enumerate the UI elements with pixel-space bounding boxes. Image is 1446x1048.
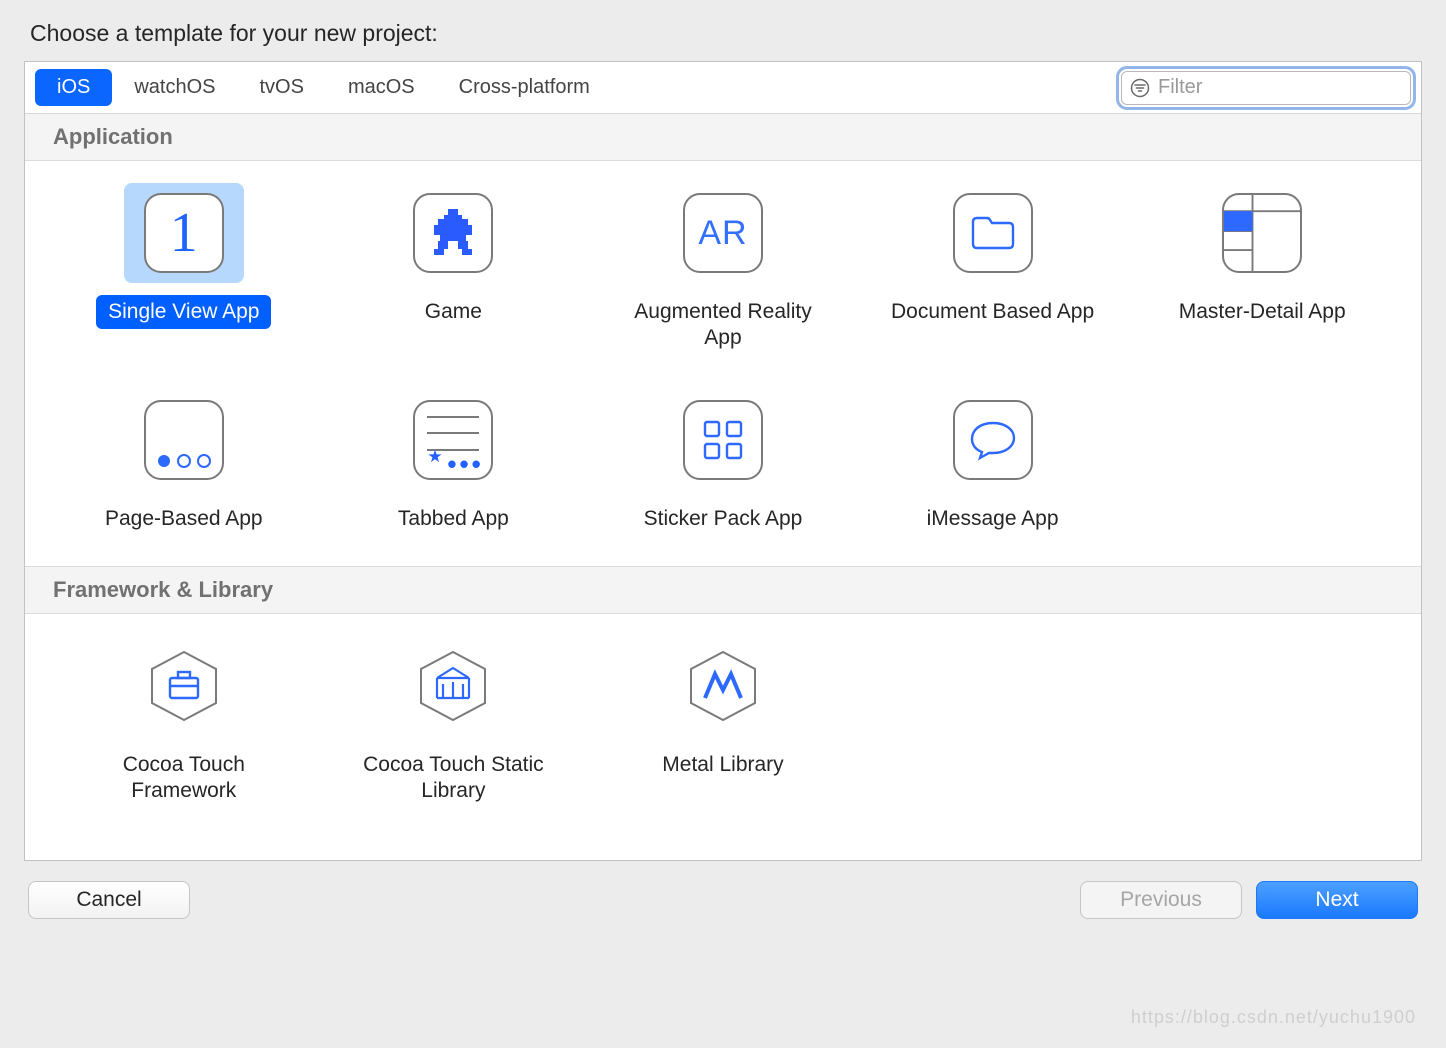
template-label: Page-Based App	[93, 502, 275, 536]
document-icon	[953, 193, 1033, 273]
template-metal-library[interactable]: Metal Library	[588, 632, 858, 809]
template-label: Augmented Reality App	[608, 295, 838, 356]
template-imessage-app[interactable]: iMessage App	[858, 386, 1128, 536]
template-tabbed-app[interactable]: ★ ••• Tabbed App	[319, 386, 589, 536]
filter-icon	[1130, 78, 1150, 98]
cancel-button[interactable]: Cancel	[28, 881, 190, 919]
template-label: Game	[413, 295, 494, 329]
template-label: Master-Detail App	[1167, 295, 1358, 329]
section-header-application: Application	[25, 114, 1421, 161]
template-panel: iOS watchOS tvOS macOS Cross-platform Ap…	[24, 61, 1422, 861]
section-body-framework: Cocoa Touch Framework Cocoa Touch Static…	[25, 614, 1421, 839]
template-game[interactable]: Game	[319, 179, 589, 356]
template-cocoa-touch-framework[interactable]: Cocoa Touch Framework	[49, 632, 319, 809]
page-based-icon	[144, 400, 224, 480]
dialog-title: Choose a template for your new project:	[24, 0, 1422, 61]
dialog-footer: Cancel Previous Next	[24, 861, 1422, 919]
ar-icon: AR	[683, 193, 763, 273]
template-label: Single View App	[96, 295, 271, 329]
template-label: Cocoa Touch Framework	[69, 748, 299, 809]
template-label: Tabbed App	[386, 502, 521, 536]
filter-field[interactable]	[1121, 71, 1411, 105]
tab-ios[interactable]: iOS	[35, 69, 112, 106]
single-view-icon: 1	[144, 193, 224, 273]
template-label: Metal Library	[650, 748, 795, 782]
section-header-framework: Framework & Library	[25, 566, 1421, 614]
metal-icon	[683, 646, 763, 726]
template-ar-app[interactable]: AR Augmented Reality App	[588, 179, 858, 356]
section-body-application: 1 Single View App	[25, 161, 1421, 566]
template-label: Document Based App	[879, 295, 1106, 329]
game-icon	[413, 193, 493, 273]
next-button[interactable]: Next	[1256, 881, 1418, 919]
framework-icon	[144, 646, 224, 726]
platform-tabbar: iOS watchOS tvOS macOS Cross-platform	[25, 62, 1421, 114]
template-sticker-pack-app[interactable]: Sticker Pack App	[588, 386, 858, 536]
tabbed-icon: ★ •••	[413, 400, 493, 480]
template-label: Cocoa Touch Static Library	[338, 748, 568, 809]
master-detail-icon	[1222, 193, 1302, 273]
template-page-based-app[interactable]: Page-Based App	[49, 386, 319, 536]
tab-tvos[interactable]: tvOS	[238, 69, 326, 106]
sticker-icon	[683, 400, 763, 480]
previous-button: Previous	[1080, 881, 1242, 919]
template-label: Sticker Pack App	[632, 502, 815, 536]
template-single-view-app[interactable]: 1 Single View App	[49, 179, 319, 356]
tab-watchos[interactable]: watchOS	[112, 69, 237, 106]
filter-input[interactable]	[1158, 76, 1402, 99]
tab-macos[interactable]: macOS	[326, 69, 437, 106]
tab-cross-platform[interactable]: Cross-platform	[437, 69, 612, 106]
template-label: iMessage App	[915, 502, 1071, 536]
template-cocoa-touch-static-library[interactable]: Cocoa Touch Static Library	[319, 632, 589, 809]
template-document-app[interactable]: Document Based App	[858, 179, 1128, 356]
imessage-icon	[953, 400, 1033, 480]
template-master-detail-app[interactable]: Master-Detail App	[1127, 179, 1397, 356]
static-library-icon	[413, 646, 493, 726]
